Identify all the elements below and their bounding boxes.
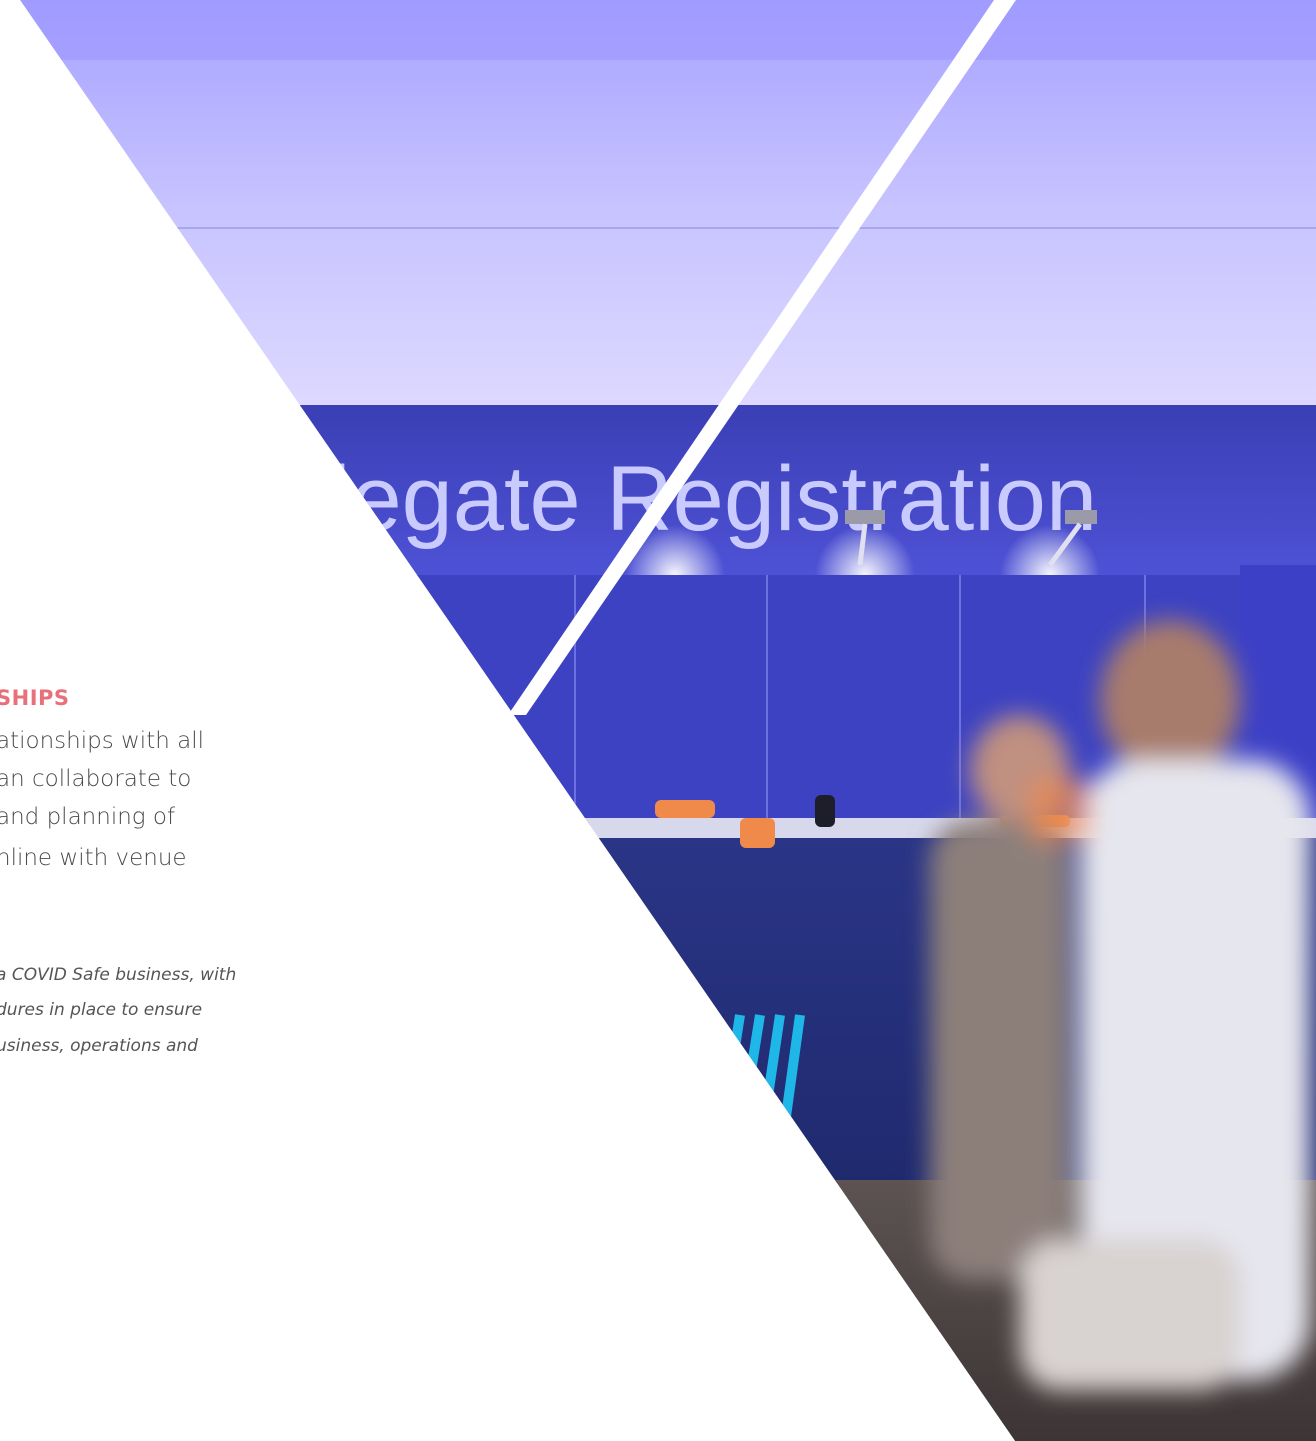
registration-photo: legate Registration xyxy=(0,0,1316,1441)
sign-text: legate Registration xyxy=(330,448,1097,550)
page: legate Registration SHIPS ationships wit… xyxy=(0,0,1316,1441)
